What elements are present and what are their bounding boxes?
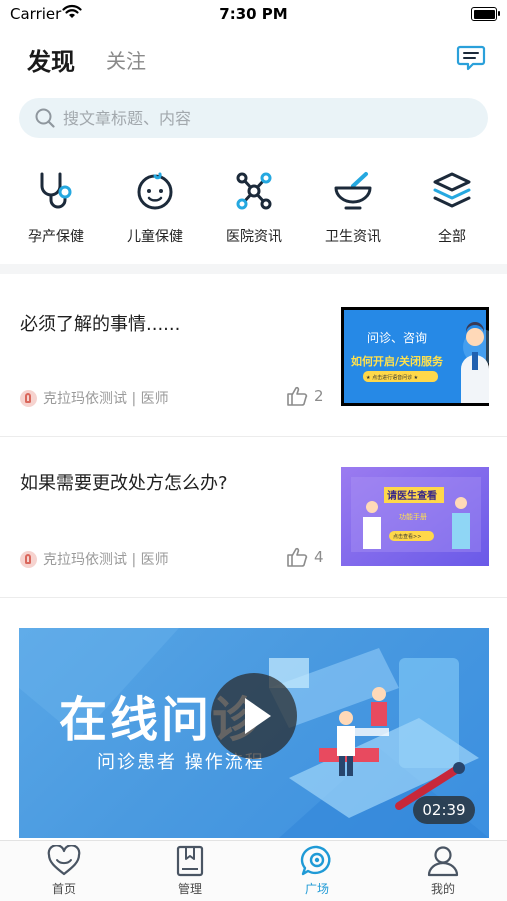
like-count: 4 [314, 548, 324, 566]
category-maternity[interactable]: 孕产保健 [6, 170, 106, 250]
thumb-badge: ★ 点击进行语音问诊 ★ [366, 374, 419, 381]
clock: 7:30 PM [219, 5, 288, 23]
category-label: 卫生资讯 [325, 229, 381, 245]
tab-home[interactable]: 首页 [19, 845, 109, 897]
tab-label: 广场 [304, 882, 329, 896]
tab-manage[interactable]: 管理 [145, 845, 235, 897]
author-label: 克拉玛依测试 | 医师 [43, 552, 169, 568]
layers-icon [433, 172, 471, 208]
category-label: 孕产保健 [28, 229, 84, 245]
battery-icon [471, 7, 500, 21]
tab-follow[interactable]: 关注 [106, 45, 146, 74]
person-icon [427, 846, 459, 877]
article-card[interactable]: 如果需要更改处方怎么办? 克拉玛依测试 | 医师 4 请医生查看 功能手册 点击… [0, 437, 507, 597]
status-bar: Carrier 7:30 PM [0, 0, 507, 30]
search-bar[interactable] [19, 98, 488, 138]
author-label: 克拉玛依测试 | 医师 [43, 391, 169, 407]
play-icon[interactable] [211, 673, 297, 759]
book-icon [176, 845, 204, 877]
molecule-icon [236, 172, 272, 210]
thumb-subheading: 如何开启/关闭服务 [351, 354, 444, 368]
stethoscope-icon [40, 172, 72, 209]
avatar [20, 550, 37, 568]
article-author: 克拉玛依测试 | 医师 [20, 549, 169, 569]
heart-icon [47, 845, 81, 876]
tab-label: 管理 [177, 882, 202, 896]
thumb-heading: 问诊、咨询 [367, 330, 427, 345]
tab-discover[interactable]: 发现 [27, 42, 75, 77]
category-grid: 孕产保健 儿童保健 医院资讯 卫生资讯 全部 [0, 170, 507, 250]
thumb-subheading: 功能手册 [399, 512, 427, 521]
message-icon[interactable] [456, 44, 486, 72]
section-divider [0, 264, 507, 274]
video-card[interactable]: 在线问诊 问诊患者 操作流程 02:39 [19, 628, 489, 838]
search-input[interactable] [63, 98, 463, 138]
chat-bubble-icon [300, 845, 331, 876]
like-button[interactable]: 2 [286, 386, 324, 406]
mortar-pestle-icon [334, 172, 372, 210]
thumbs-up-icon [287, 386, 308, 406]
article-thumbnail: 问诊、咨询 如何开启/关闭服务 ★ 点击进行语音问诊 ★ [341, 307, 489, 406]
tab-label: 我的 [430, 882, 455, 896]
category-label: 医院资讯 [226, 229, 282, 245]
article-title: 必须了解的事情...... [20, 314, 181, 335]
article-card[interactable]: 必须了解的事情...... 克拉玛依测试 | 医师 2 问诊、咨询 如何开启/关… [0, 274, 507, 436]
article-thumbnail: 请医生查看 功能手册 点击查看>> [341, 467, 489, 566]
thumb-badge: 点击查看>> [393, 533, 421, 540]
category-label: 全部 [438, 229, 466, 245]
tab-label: 首页 [51, 882, 76, 896]
tab-square[interactable]: 广场 [272, 845, 362, 897]
thumbs-up-icon [287, 547, 308, 567]
like-count: 2 [314, 387, 324, 405]
category-all[interactable]: 全部 [402, 170, 502, 250]
category-health-news[interactable]: 卫生资讯 [303, 170, 403, 250]
category-label: 儿童保健 [127, 229, 183, 245]
tab-mine[interactable]: 我的 [398, 845, 488, 897]
header: 发现 关注 [0, 38, 507, 78]
bottom-tab-bar: 首页 管理 广场 我的 [0, 840, 507, 901]
like-button[interactable]: 4 [286, 547, 324, 567]
category-children[interactable]: 儿童保健 [105, 170, 205, 250]
avatar [20, 389, 37, 407]
category-hospital-news[interactable]: 医院资讯 [204, 170, 304, 250]
baby-face-icon [137, 172, 173, 210]
article-title: 如果需要更改处方怎么办? [20, 473, 228, 494]
search-icon [35, 108, 55, 128]
thumb-heading: 请医生查看 [387, 489, 437, 502]
article-author: 克拉玛依测试 | 医师 [20, 388, 169, 408]
video-duration: 02:39 [413, 796, 475, 824]
divider [0, 597, 507, 598]
